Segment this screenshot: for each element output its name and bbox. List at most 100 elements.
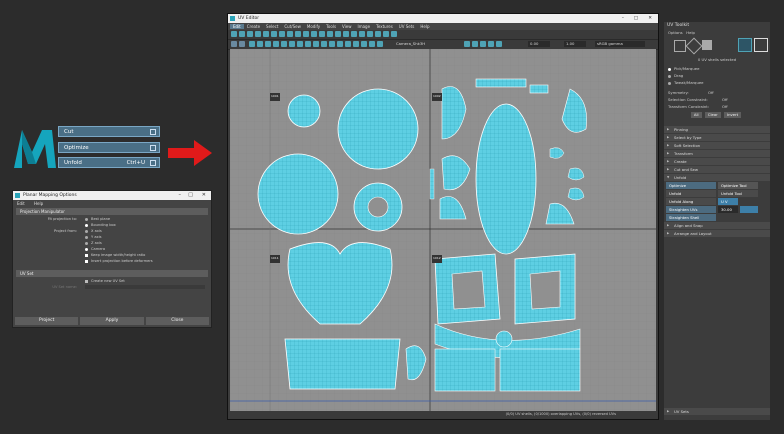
close-icon[interactable]: ✕ [648,14,652,23]
section-uv-set[interactable]: UV Set [16,270,208,277]
symmetry-value[interactable]: Off [708,89,714,96]
section-uv-sets[interactable]: UV Sets [664,408,770,415]
tool-icon[interactable] [464,41,470,47]
section-create[interactable]: Create [664,158,770,165]
tool-icon[interactable] [335,31,341,37]
maximize-icon[interactable]: □ [188,191,193,200]
section-select-by-type[interactable]: Select by Type [664,134,770,141]
project-button[interactable]: Project [15,317,79,325]
pick-marquee-option[interactable]: Pick/Marquee [664,65,770,72]
symmetry-row[interactable]: Symmetry: Off [664,89,770,96]
tool-icon[interactable] [265,41,271,47]
menu-create[interactable]: Create [244,24,263,29]
tool-icon[interactable] [257,41,263,47]
section-align-and-snap[interactable]: Align and Snap [664,222,770,229]
tool-icon[interactable] [263,31,269,37]
face-mode-icon[interactable] [702,40,712,50]
drag-option[interactable]: Drag [664,72,770,79]
tool-icon[interactable] [319,31,325,37]
selection-constraint-value[interactable]: Off [722,96,728,103]
tool-icon[interactable] [255,31,261,37]
uv-editor-titlebar[interactable]: UV Editor – □ ✕ [228,14,658,23]
tool-icon[interactable] [480,41,486,47]
tool-icon[interactable] [279,31,285,37]
tool-icon[interactable] [369,41,375,47]
tool-icon[interactable] [351,31,357,37]
minimize-icon[interactable]: – [622,14,624,23]
menu-edit[interactable]: Edit [230,24,244,29]
option-box-icon[interactable] [150,129,156,135]
tweak-marquee-option[interactable]: Tweak/Marquee [664,79,770,86]
menu-view[interactable]: View [339,24,355,29]
cut-menu-item[interactable]: Cut [58,126,160,137]
grid-icon[interactable] [231,41,237,47]
tool-icon[interactable] [377,41,383,47]
minimize-icon[interactable]: – [179,191,182,200]
menu-help[interactable]: Help [686,30,695,35]
snap-icon[interactable] [239,41,245,47]
optimize-menu-item[interactable]: Optimize [58,142,160,153]
tool-icon[interactable] [391,31,397,37]
menu-modify[interactable]: Modify [304,24,323,29]
straighten-uvs-button[interactable]: Straighten UVs [666,206,716,213]
exposure-field[interactable]: 0.00 [528,41,550,47]
tool-icon[interactable] [313,41,319,47]
section-cut-and-sew[interactable]: Cut and Sew [664,166,770,173]
tool-icon[interactable] [329,41,335,47]
tool-icon[interactable] [375,31,381,37]
dialog-titlebar[interactable]: Planar Mapping Options – □ ✕ [13,191,211,200]
tool-icon[interactable] [305,41,311,47]
apply-button[interactable]: Apply [80,317,144,325]
tool-icon[interactable] [295,31,301,37]
tool-icon[interactable] [321,41,327,47]
straighten-shell-button[interactable]: Straighten Shell [666,214,716,221]
straighten-uv-toggle[interactable] [740,206,758,213]
select-all-button[interactable]: All [690,112,702,118]
clear-button[interactable]: Clear [704,112,721,118]
tool-icon[interactable] [247,31,253,37]
tool-icon[interactable] [343,31,349,37]
tool-icon[interactable] [337,41,343,47]
invert-button[interactable]: Invert [723,112,742,118]
insert-before-checkbox[interactable]: Insert projection before deformers [85,258,153,264]
tool-icon[interactable] [289,41,295,47]
optimize-button[interactable]: Optimize [666,182,716,189]
tool-icon[interactable] [367,31,373,37]
tool-icon[interactable] [383,31,389,37]
close-icon[interactable]: ✕ [202,191,206,200]
section-arrange-and-layout[interactable]: Arrange and Layout [664,230,770,237]
option-box-icon[interactable] [150,160,156,166]
menu-cut-sew[interactable]: Cut/Sew [281,24,304,29]
menu-edit[interactable]: Edit [17,201,25,206]
menu-image[interactable]: Image [355,24,374,29]
option-box-icon[interactable] [150,145,156,151]
menu-tools[interactable]: Tools [323,24,339,29]
edge-mode-icon[interactable] [685,37,703,55]
tool-icon[interactable] [281,41,287,47]
tool-icon[interactable] [273,41,279,47]
tool-icon[interactable] [472,41,478,47]
unfold-along-button[interactable]: Unfold Along [666,198,716,205]
section-pinning[interactable]: Pinning [664,126,770,133]
shell-mode-icon[interactable] [754,38,768,52]
gamma-field[interactable]: 1.00 [564,41,586,47]
menu-textures[interactable]: Textures [373,24,396,29]
uvset-name-field[interactable] [85,285,205,289]
tool-icon[interactable] [239,31,245,37]
menu-options[interactable]: Options [668,30,683,35]
menu-help[interactable]: Help [417,24,432,29]
unfold-menu-item[interactable]: Unfold Ctrl+U [58,157,160,168]
menu-uv-sets[interactable]: UV Sets [396,24,418,29]
tool-icon[interactable] [488,41,494,47]
tool-icon[interactable] [345,41,351,47]
tool-icon[interactable] [297,41,303,47]
close-button[interactable]: Close [145,317,209,325]
vertex-mode-icon[interactable] [674,40,686,52]
tool-icon[interactable] [496,41,502,47]
unfold-tool-button[interactable]: Unfold Tool [718,190,758,197]
tool-icon[interactable] [303,31,309,37]
section-transform[interactable]: Transform [664,150,770,157]
tool-icon[interactable] [359,31,365,37]
section-projection-manipulator[interactable]: Projection Manipulator [16,208,208,215]
tool-icon[interactable] [271,31,277,37]
